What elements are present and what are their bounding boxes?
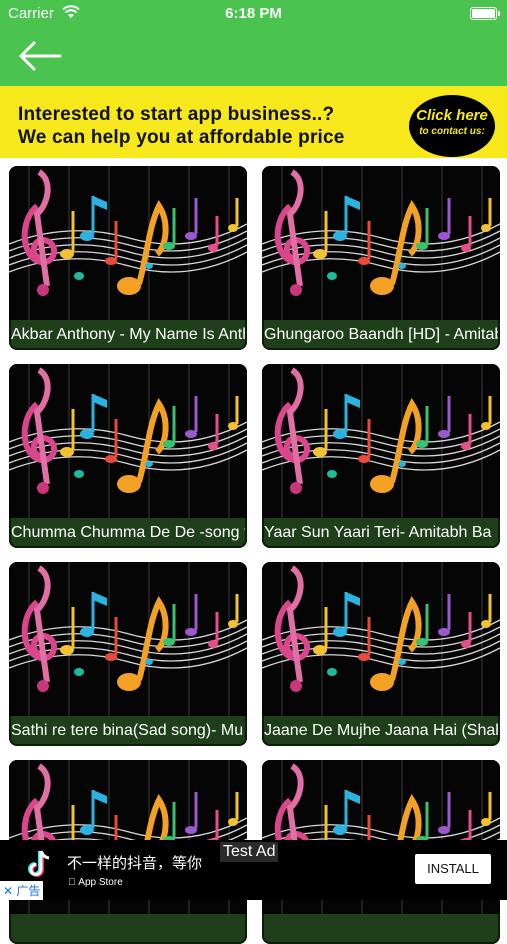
battery-icon (470, 7, 500, 20)
ad-choices-badge[interactable]: ✕ 广告 (0, 881, 44, 900)
ad-text: 不一样的抖音，等你 (67, 855, 203, 872)
song-card[interactable]: Chumma Chumma De De -song from (9, 364, 247, 548)
music-notes-thumbnail (9, 364, 247, 518)
contact-us-button[interactable]: Click here to contact us: (409, 95, 495, 157)
music-notes-thumbnail (9, 562, 247, 716)
contact-cta-line2: to contact us: (419, 126, 485, 137)
song-card[interactable]: Sathi re tere bina(Sad song)- Mu (9, 562, 247, 746)
promo-banner[interactable]: Interested to start app business..? We c… (0, 86, 507, 158)
contact-cta-line1: Click here (416, 107, 488, 124)
song-title: Akbar Anthony - My Name Is Anthony (9, 320, 247, 350)
song-title: Chumma Chumma De De -song from (9, 518, 247, 548)
song-title: Ghungaroo Baandh [HD] - Amitabh (262, 320, 500, 350)
banner-line-1: Interested to start app business..? (18, 104, 335, 125)
test-ad-label: Test Ad (220, 842, 279, 862)
tiktok-logo-icon (28, 850, 50, 877)
status-bar: Carrier 6:18 PM (0, 0, 507, 28)
music-notes-thumbnail (262, 562, 500, 716)
song-card[interactable]: Akbar Anthony - My Name Is Anthony (9, 166, 247, 350)
song-title (262, 914, 500, 944)
banner-line-2: We can help you at affordable price (18, 127, 345, 148)
song-title (9, 914, 247, 944)
app-header (0, 28, 507, 86)
ad-choices-label: 广告 (16, 884, 41, 898)
song-title: Sathi re tere bina(Sad song)- Mu (9, 716, 247, 746)
song-title: Yaar Sun Yaari Teri- Amitabh Ba (262, 518, 500, 548)
music-notes-thumbnail (262, 166, 500, 320)
music-notes-thumbnail (262, 364, 500, 518)
install-button[interactable]: INSTALL (415, 854, 491, 884)
song-title: Jaane De Mujhe Jaana Hai (Shah (262, 716, 500, 746)
back-arrow-icon[interactable] (16, 38, 64, 74)
ad-banner[interactable]: 不一样的抖音，等你  App Store Test Ad INSTALL ✕ … (0, 840, 507, 900)
clock: 6:18 PM (225, 5, 282, 22)
app-store-label:  App Store (68, 877, 123, 888)
song-card[interactable]: Ghungaroo Baandh [HD] - Amitabh (262, 166, 500, 350)
app-store-text: App Store (68, 877, 122, 888)
song-card[interactable]: Yaar Sun Yaari Teri- Amitabh Ba (262, 364, 500, 548)
song-card[interactable]: Jaane De Mujhe Jaana Hai (Shah (262, 562, 500, 746)
music-notes-thumbnail (9, 166, 247, 320)
